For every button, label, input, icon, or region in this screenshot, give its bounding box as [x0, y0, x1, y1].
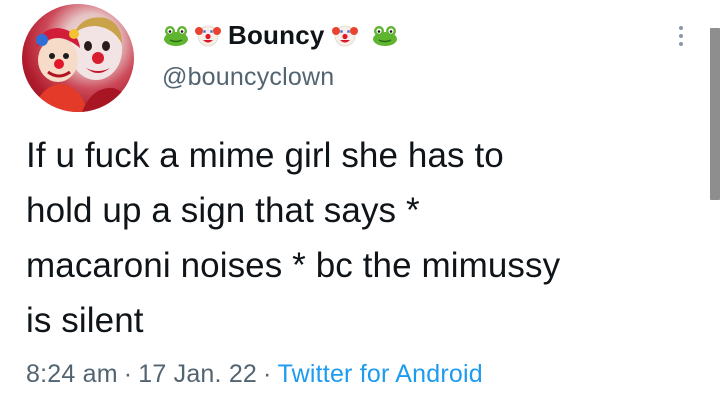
more-vertical-icon-dot: [679, 42, 683, 46]
avatar[interactable]: [22, 4, 134, 112]
tweet-date[interactable]: 17 Jan. 22: [138, 360, 257, 388]
tweet-metadata: 8:24 am · 17 Jan. 22 · Twitter for Android: [26, 360, 483, 389]
more-vertical-icon: [679, 26, 683, 30]
tweet-card: Bouncy @bouncyclown If u fuck a mime gir…: [0, 0, 720, 400]
clown-avatar-icon: [32, 17, 134, 112]
tweet-text-line: hold up a sign that says *: [26, 191, 420, 230]
clown-face-icon: [331, 22, 359, 48]
author-name-row[interactable]: Bouncy: [162, 18, 399, 52]
separator: ·: [123, 360, 133, 388]
tweet-text: If u fuck a mime girl she has to hold up…: [26, 128, 696, 348]
more-vertical-icon-dot: [679, 34, 683, 38]
tweet-text-line: If u fuck a mime girl she has to: [26, 136, 504, 175]
display-name[interactable]: Bouncy: [228, 20, 325, 51]
frog-icon: [371, 22, 399, 48]
clown-face-icon: [194, 22, 222, 48]
tweet-time[interactable]: 8:24 am: [26, 360, 118, 388]
tweet-text-line: macaroni noises * bc the mimussy: [26, 246, 561, 285]
scrollbar[interactable]: [710, 28, 720, 200]
tweet-text-line: is silent: [26, 301, 144, 340]
author-handle[interactable]: @bouncyclown: [162, 63, 334, 92]
separator: ·: [263, 360, 272, 388]
frog-icon: [162, 22, 190, 48]
tweet-source-link[interactable]: Twitter for Android: [278, 360, 483, 388]
more-options-button[interactable]: [668, 18, 694, 54]
